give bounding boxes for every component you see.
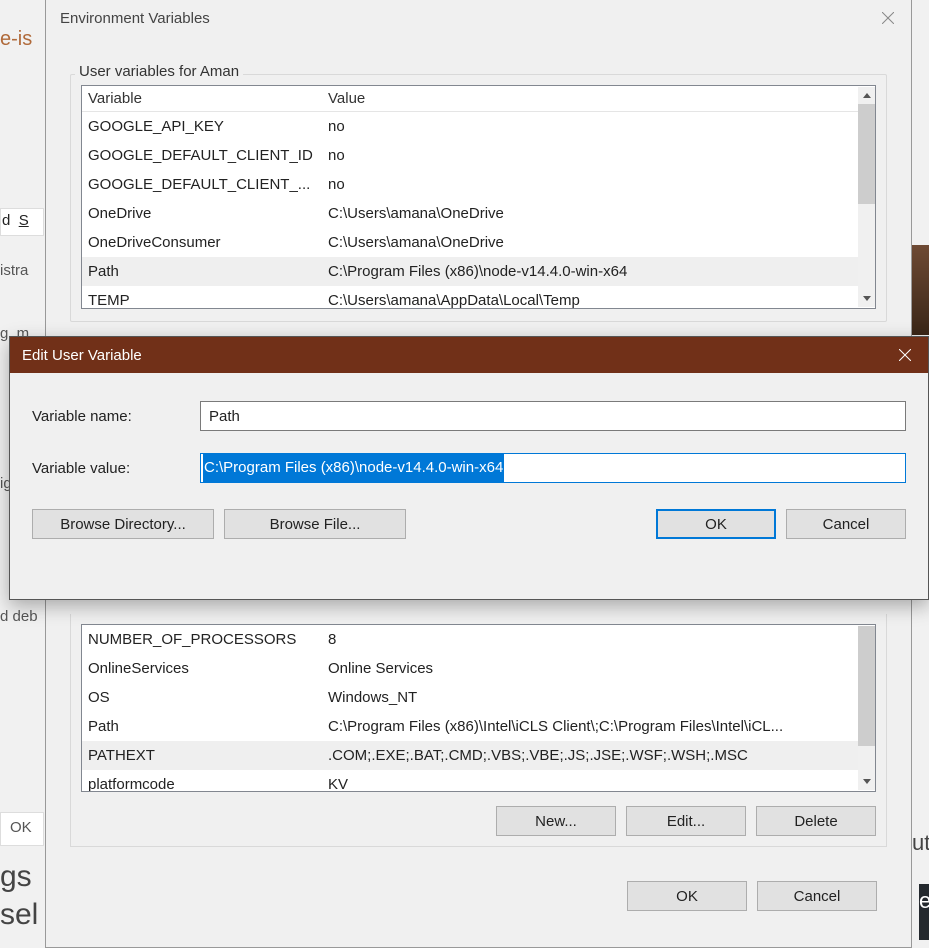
bg-text: OK xyxy=(10,819,32,836)
table-row[interactable]: GOOGLE_API_KEYno xyxy=(82,112,875,141)
table-row[interactable]: PathC:\Program Files (x86)\Intel\iCLS Cl… xyxy=(82,712,875,741)
variable-value-input[interactable]: C:\Program Files (x86)\node-v14.4.0-win-… xyxy=(200,453,906,483)
bg-text: e-is xyxy=(0,28,32,51)
cell-value: C:\Users\amana\OneDrive xyxy=(328,234,875,251)
close-button[interactable] xyxy=(882,337,928,373)
edit-user-variable-dialog: Edit User Variable Variable name: Variab… xyxy=(9,336,929,600)
delete-button[interactable]: Delete xyxy=(756,806,876,836)
table-row[interactable]: OneDriveC:\Users\amana\OneDrive xyxy=(82,199,875,228)
cell-variable: platformcode xyxy=(88,776,328,792)
cell-value: C:\Program Files (x86)\Intel\iCLS Client… xyxy=(328,718,875,735)
bg-text: d deb xyxy=(0,608,38,625)
cell-value: no xyxy=(328,176,875,193)
cell-variable: OS xyxy=(88,689,328,706)
cell-variable: OneDrive xyxy=(88,205,328,222)
bg-text: e xyxy=(919,884,929,940)
edit-titlebar[interactable]: Edit User Variable xyxy=(10,337,928,373)
scrollbar-thumb[interactable] xyxy=(858,626,875,746)
cell-variable: OneDriveConsumer xyxy=(88,234,328,251)
table-header[interactable]: Variable Value xyxy=(82,86,875,112)
close-button[interactable] xyxy=(865,0,911,36)
scrollbar-thumb[interactable] xyxy=(858,104,875,204)
table-row[interactable]: GOOGLE_DEFAULT_CLIENT_IDno xyxy=(82,141,875,170)
cell-value: no xyxy=(328,147,875,164)
variable-name-input[interactable] xyxy=(200,401,906,431)
cell-variable: GOOGLE_DEFAULT_CLIENT_ID xyxy=(88,147,328,164)
cell-value: Windows_NT xyxy=(328,689,875,706)
scroll-down-icon[interactable] xyxy=(858,290,875,307)
env-title: Environment Variables xyxy=(60,10,210,27)
close-icon xyxy=(882,12,894,24)
cell-variable: TEMP xyxy=(88,292,328,309)
table-row[interactable]: TEMPC:\Users\amana\AppData\Local\Temp xyxy=(82,286,875,309)
table-row[interactable]: GOOGLE_DEFAULT_CLIENT_...no xyxy=(82,170,875,199)
cell-value: C:\Users\amana\OneDrive xyxy=(328,205,875,222)
scroll-down-icon[interactable] xyxy=(858,773,875,790)
ok-button[interactable]: OK xyxy=(656,509,776,539)
table-row[interactable]: OnlineServicesOnline Services xyxy=(82,654,875,683)
variable-name-label: Variable name: xyxy=(32,408,200,425)
user-variables-table[interactable]: Variable Value GOOGLE_API_KEYnoGOOGLE_DE… xyxy=(81,85,876,309)
cell-variable: OnlineServices xyxy=(88,660,328,677)
cell-value: no xyxy=(328,118,875,135)
cell-variable: Path xyxy=(88,263,328,280)
bg-text: ut xyxy=(912,830,929,856)
table-row[interactable]: OneDriveConsumerC:\Users\amana\OneDrive xyxy=(82,228,875,257)
cell-value: .COM;.EXE;.BAT;.CMD;.VBS;.VBE;.JS;.JSE;.… xyxy=(328,747,875,764)
bg-text: gs xyxy=(0,860,32,894)
cell-variable: GOOGLE_DEFAULT_CLIENT_... xyxy=(88,176,328,193)
table-row[interactable]: platformcodeKV xyxy=(82,770,875,792)
cell-variable: PATHEXT xyxy=(88,747,328,764)
browse-file-button[interactable]: Browse File... xyxy=(224,509,406,539)
close-icon xyxy=(899,349,911,361)
variable-value-label: Variable value: xyxy=(32,460,200,477)
header-variable[interactable]: Variable xyxy=(88,90,328,107)
table-row[interactable]: NUMBER_OF_PROCESSORS8 xyxy=(82,625,875,654)
edit-dialog-title: Edit User Variable xyxy=(22,347,142,364)
bg-decor xyxy=(911,245,929,335)
edit-button[interactable]: Edit... xyxy=(626,806,746,836)
scrollbar[interactable] xyxy=(858,626,875,790)
header-value[interactable]: Value xyxy=(328,90,365,107)
bg-text: sel xyxy=(0,898,38,932)
cancel-button[interactable]: Cancel xyxy=(786,509,906,539)
scrollbar[interactable] xyxy=(858,87,875,307)
system-variables-table[interactable]: NUMBER_OF_PROCESSORS8OnlineServicesOnlin… xyxy=(81,624,876,792)
cell-value: C:\Program Files (x86)\node-v14.4.0-win-… xyxy=(328,263,875,280)
new-button[interactable]: New... xyxy=(496,806,616,836)
cell-value: 8 xyxy=(328,631,875,648)
cell-value: Online Services xyxy=(328,660,875,677)
table-row[interactable]: PathC:\Program Files (x86)\node-v14.4.0-… xyxy=(82,257,875,286)
cell-value: KV xyxy=(328,776,875,792)
cell-variable: Path xyxy=(88,718,328,735)
cell-variable: GOOGLE_API_KEY xyxy=(88,118,328,135)
browse-directory-button[interactable]: Browse Directory... xyxy=(32,509,214,539)
user-variables-legend: User variables for Aman xyxy=(75,63,243,80)
table-row[interactable]: PATHEXT.COM;.EXE;.BAT;.CMD;.VBS;.VBE;.JS… xyxy=(82,741,875,770)
cell-value: C:\Users\amana\AppData\Local\Temp xyxy=(328,292,875,309)
bg-text: istra xyxy=(0,262,28,279)
cancel-button[interactable]: Cancel xyxy=(757,881,877,911)
ok-button[interactable]: OK xyxy=(627,881,747,911)
user-variables-fieldset: User variables for Aman Variable Value G… xyxy=(70,74,887,322)
env-titlebar[interactable]: Environment Variables xyxy=(46,0,911,36)
table-row[interactable]: OSWindows_NT xyxy=(82,683,875,712)
cell-variable: NUMBER_OF_PROCESSORS xyxy=(88,631,328,648)
selected-text: C:\Program Files (x86)\node-v14.4.0-win-… xyxy=(203,454,504,482)
scroll-up-icon[interactable] xyxy=(858,87,875,104)
bg-text: d S xyxy=(2,212,29,229)
